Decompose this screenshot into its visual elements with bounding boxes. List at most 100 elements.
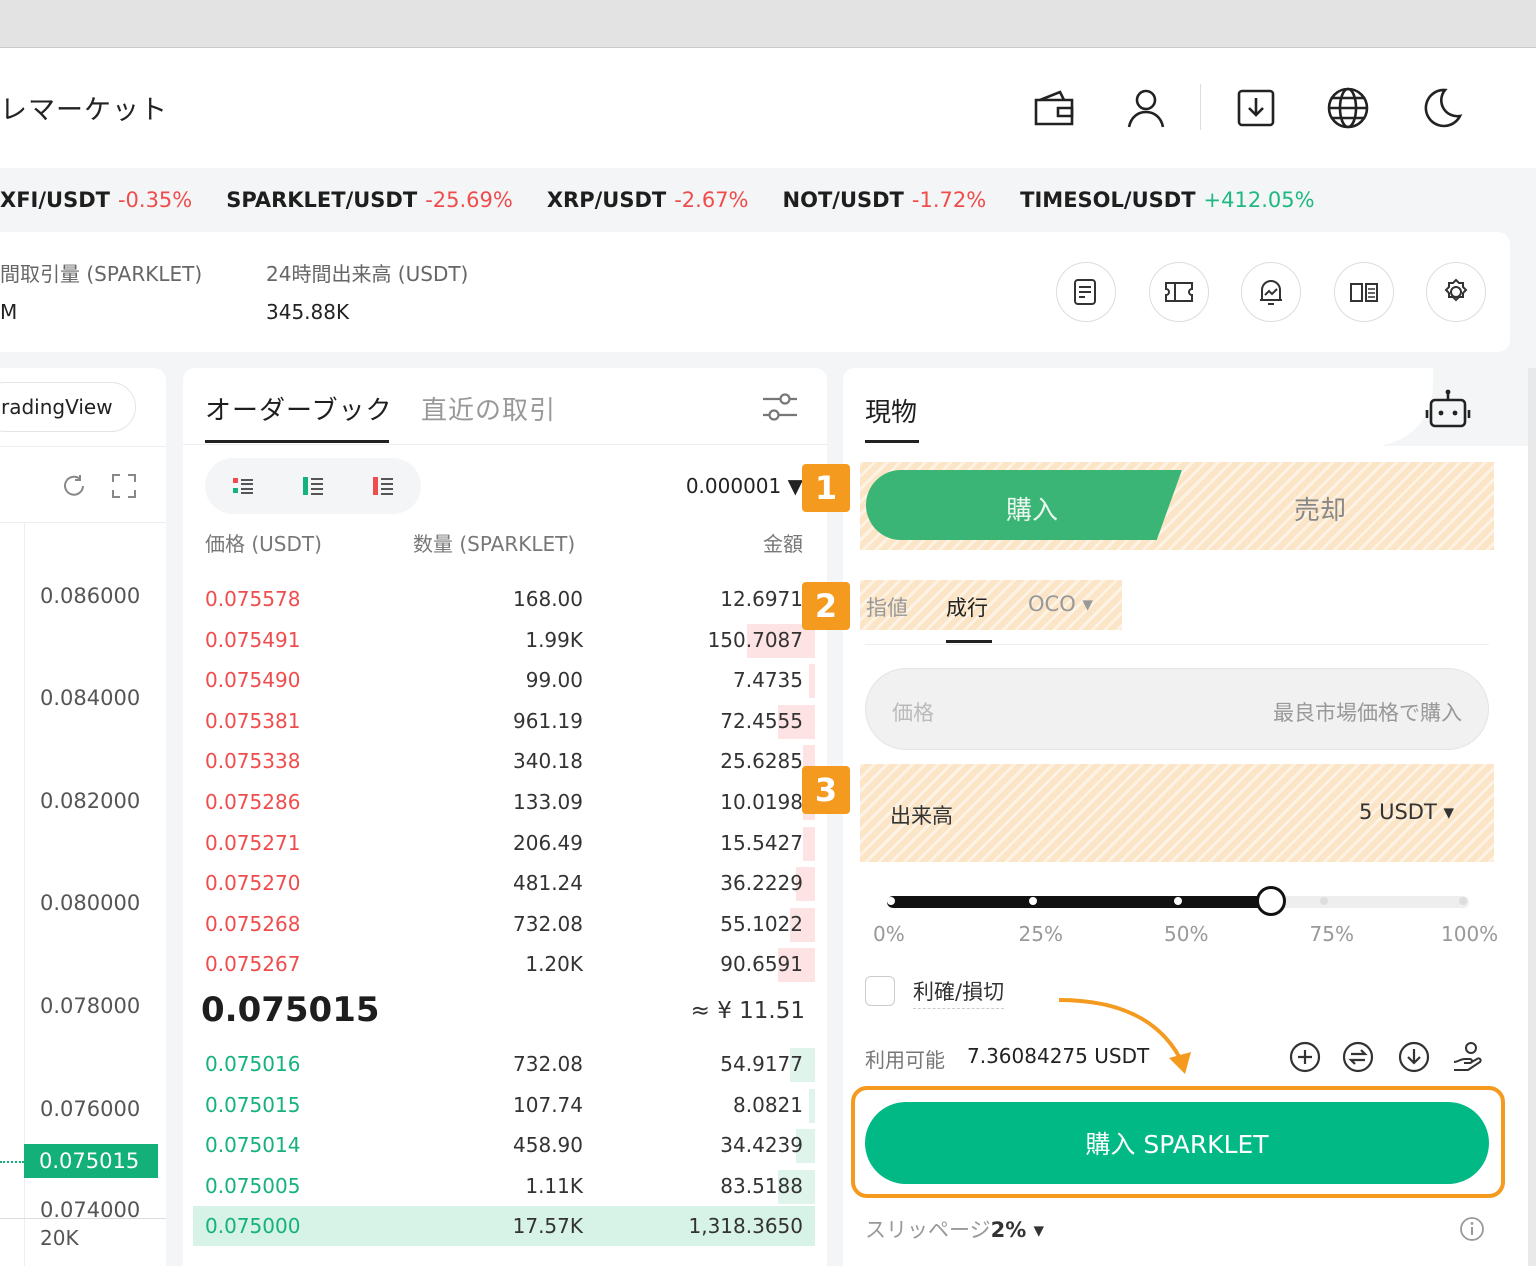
ticker-item[interactable]: XFI/USDT -0.35% <box>0 188 192 212</box>
alert-bell-icon[interactable] <box>1241 262 1301 322</box>
orderbook-row[interactable]: 0.075381 961.19 72.4555 <box>183 701 827 741</box>
tpsl-checkbox[interactable] <box>865 976 895 1006</box>
volume-input[interactable]: 出来高 5 USDT ▾ <box>860 764 1494 862</box>
row-price: 0.075490 <box>205 668 301 693</box>
sell-tab[interactable]: 売却 <box>1160 470 1488 540</box>
fullscreen-icon[interactable] <box>110 472 138 504</box>
ticker-item[interactable]: TIMESOL/USDT +412.05% <box>1020 188 1314 212</box>
orderbook-row[interactable]: 0.075490 99.00 7.4735 <box>183 660 827 700</box>
row-amount: 72.4555 <box>720 708 803 733</box>
depth-bar <box>809 1088 815 1123</box>
tab-orderbook[interactable]: オーダーブック <box>205 390 392 427</box>
tradingview-button[interactable]: radingView <box>0 382 136 432</box>
row-amount: 10.0198 <box>720 790 803 814</box>
earn-coins-icon[interactable] <box>1451 1040 1485 1074</box>
row-amount: 36.2229 <box>720 871 803 896</box>
user-icon[interactable] <box>1120 82 1172 134</box>
y-axis-label: 0.086000 <box>40 584 141 608</box>
refresh-icon[interactable] <box>60 472 88 504</box>
moon-icon[interactable] <box>1416 82 1468 134</box>
notes-icon[interactable] <box>1056 262 1116 322</box>
ticker-item[interactable]: XRP/USDT -2.67% <box>547 188 749 212</box>
orderbook-row[interactable]: 0.075578 168.00 12.6971 <box>183 579 827 619</box>
order-type-oco[interactable]: OCO ▾ <box>1028 592 1093 616</box>
row-amount: 34.4239 <box>720 1133 803 1158</box>
row-qty: 481.24 <box>513 871 583 896</box>
caret-down-icon: ▼ <box>787 474 803 498</box>
orderbook-row[interactable]: 0.075015 107.74 8.0821 <box>183 1085 827 1125</box>
tab-recent-trades[interactable]: 直近の取引 <box>421 390 556 427</box>
price-input[interactable]: 価格 最良市場価格で購入 <box>865 668 1489 750</box>
orderbook-row[interactable]: 0.075286 133.09 10.0198 <box>183 782 827 822</box>
row-price: 0.075016 <box>205 1052 301 1076</box>
orderbook-row[interactable]: 0.075005 1.11K 83.5188 <box>183 1166 827 1206</box>
row-qty: 107.74 <box>513 1092 583 1117</box>
col-header-amount: 金額 <box>763 532 803 556</box>
ticker-bar: XFI/USDT -0.35% SPARKLET/USDT -25.69% XRP/… <box>0 172 1536 228</box>
info-icon[interactable] <box>1459 1216 1485 1246</box>
buy-sparklet-button[interactable]: 購入 SPARKLET <box>865 1102 1489 1184</box>
deposit-plus-icon[interactable] <box>1288 1040 1322 1074</box>
ticker-item[interactable]: NOT/USDT -1.72% <box>783 188 987 212</box>
orderbook-settings-icon[interactable] <box>761 390 799 428</box>
order-type-limit[interactable]: 指値 <box>866 592 908 622</box>
orderbook-row[interactable]: 0.075268 732.08 55.1022 <box>183 904 827 944</box>
depth-bar <box>809 664 815 699</box>
volume-unit-select[interactable]: 5 USDT ▾ <box>1359 800 1454 824</box>
view-bids-icon[interactable] <box>299 472 327 500</box>
ticket-icon[interactable] <box>1149 262 1209 322</box>
y-axis-label: 0.078000 <box>40 994 141 1018</box>
chart-panel: radingView 0.086000 0.084000 0.082000 0.… <box>0 368 166 1266</box>
current-price-tag: 0.075015 <box>24 1144 158 1178</box>
orderbook-row[interactable]: 0.075267 1.20K 90.6591 <box>183 944 827 984</box>
stat-turnover-value: 345.88K <box>266 300 350 324</box>
slider-mark[interactable] <box>887 897 895 905</box>
precision-select[interactable]: 0.000001 ▼ <box>686 474 803 498</box>
orderbook-row[interactable]: 0.075016 732.08 54.9177 <box>183 1044 827 1084</box>
row-qty: 206.49 <box>513 830 583 855</box>
orderbook-row[interactable]: 0.075014 458.90 34.4239 <box>183 1125 827 1165</box>
volume-divider <box>0 1218 166 1219</box>
row-qty: 1.99K <box>525 627 583 652</box>
robot-icon[interactable] <box>1425 388 1471 434</box>
wallet-icon[interactable] <box>1028 82 1080 134</box>
buy-sell-toggle: 購入 売却 <box>860 462 1494 550</box>
row-amount: 55.1022 <box>720 911 803 936</box>
row-amount: 1,318.3650 <box>688 1214 803 1239</box>
slider-mark[interactable] <box>1319 897 1328 905</box>
amount-slider-handle[interactable] <box>1256 886 1286 916</box>
orderbook-row[interactable]: 0.075271 206.49 15.5427 <box>183 823 827 863</box>
transfer-icon[interactable] <box>1341 1040 1375 1074</box>
annotation-badge-2: 2 <box>802 582 850 630</box>
slippage-setting[interactable]: スリッページ2% ▾ <box>865 1214 1044 1244</box>
row-price: 0.075270 <box>205 871 301 896</box>
orderbook-row[interactable]: 0.075000 17.57K 1,318.3650 <box>183 1206 827 1246</box>
orderbook-row[interactable]: 0.075338 340.18 25.6285 <box>183 741 827 781</box>
row-qty: 1.11K <box>525 1173 583 1198</box>
slider-mark[interactable] <box>1028 897 1037 905</box>
price-placeholder: 価格 <box>892 701 934 725</box>
app-header: レマーケット <box>0 48 1536 168</box>
tab-spot[interactable]: 現物 <box>865 392 917 429</box>
orderbook-divider <box>183 444 827 445</box>
row-price: 0.075015 <box>205 1092 301 1117</box>
row-price: 0.075381 <box>205 708 301 733</box>
slider-mark[interactable] <box>1459 897 1467 905</box>
order-type-market[interactable]: 成行 <box>946 592 988 622</box>
orderbook-row[interactable]: 0.075270 481.24 36.2229 <box>183 863 827 903</box>
book-icon[interactable] <box>1334 262 1394 322</box>
orderbook-row[interactable]: 0.075491 1.99K 150.7087 <box>183 620 827 660</box>
page-scrollbar[interactable] <box>1528 368 1536 1266</box>
view-asks-icon[interactable] <box>369 472 397 500</box>
row-amount: 90.6591 <box>720 952 803 977</box>
orderbook-view-selector <box>205 458 421 514</box>
download-icon[interactable] <box>1230 82 1282 134</box>
receive-icon[interactable] <box>1397 1040 1431 1074</box>
view-both-icon[interactable] <box>229 472 257 500</box>
ticker-item[interactable]: SPARKLET/USDT -25.69% <box>226 188 513 212</box>
globe-icon[interactable] <box>1322 82 1374 134</box>
slider-mark[interactable] <box>1174 897 1182 905</box>
settings-icon[interactable] <box>1426 262 1486 322</box>
buy-tab[interactable]: 購入 <box>866 470 1182 540</box>
stat-volume-value: M <box>0 300 18 324</box>
